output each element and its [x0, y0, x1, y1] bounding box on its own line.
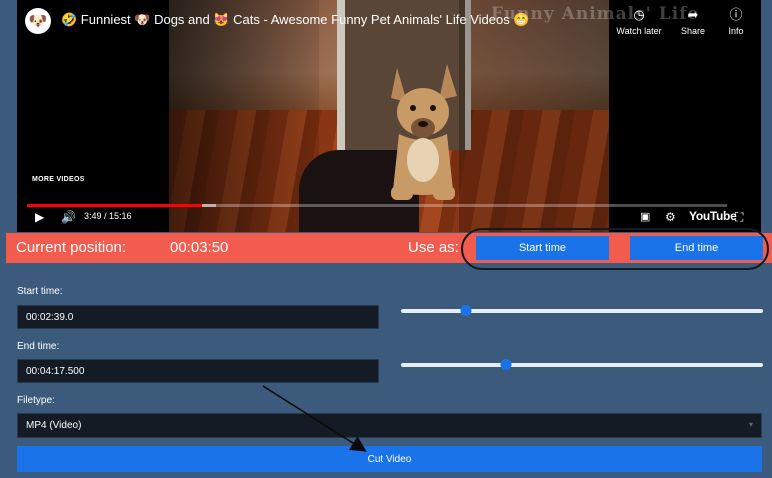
start-time-slider[interactable] — [401, 305, 763, 316]
time-display: 3:49 / 15:16 — [84, 211, 132, 221]
use-as-label: Use as: — [408, 239, 459, 256]
settings-gear-icon[interactable]: ⚙ — [665, 210, 676, 224]
shadow — [169, 0, 319, 232]
info-button[interactable]: ⓘ Info — [710, 7, 761, 36]
annotation-circle — [461, 228, 769, 270]
end-time-slider-thumb[interactable] — [500, 359, 512, 370]
play-icon[interactable]: ▶ — [35, 210, 44, 224]
end-time-label: End time: — [17, 341, 60, 352]
clock-icon: ◷ — [633, 7, 645, 22]
progress-played — [27, 204, 202, 207]
chevron-down-icon: ▾ — [748, 420, 753, 429]
video-frame — [169, 0, 609, 232]
subtitles-icon[interactable]: ▣ — [640, 210, 650, 224]
start-time-label: Start time: — [17, 286, 63, 297]
video-overlay — [459, 0, 609, 232]
watch-later-label: Watch later — [616, 26, 662, 36]
dog-avatar-icon: 🐶 — [28, 13, 48, 30]
filetype-select[interactable]: MP4 (Video) ▾ — [17, 413, 762, 438]
current-position-label: Current position: — [16, 239, 127, 256]
info-label: Info — [728, 26, 744, 36]
youtube-logo[interactable]: YouTube — [689, 209, 737, 223]
progress-bar[interactable] — [27, 204, 727, 207]
video-title[interactable]: 🤣 Funniest 🐶 Dogs and 😻 Cats - Awesome F… — [61, 12, 530, 28]
info-icon: ⓘ — [729, 7, 743, 22]
filetype-label: Filetype: — [17, 395, 55, 406]
end-time-input[interactable]: 00:04:17.500 — [17, 359, 379, 383]
video-player[interactable]: 🐶 🤣 Funniest 🐶 Dogs and 😻 Cats - Awesome… — [17, 0, 761, 232]
filetype-selected-value: MP4 (Video) — [26, 420, 82, 431]
cut-video-button[interactable]: Cut Video — [17, 446, 762, 472]
fullscreen-icon[interactable]: ⛶ — [735, 210, 743, 224]
share-label: Share — [680, 26, 706, 36]
current-position-value: 00:03:50 — [170, 239, 229, 256]
start-time-slider-thumb[interactable] — [460, 305, 472, 316]
volume-icon[interactable]: 🔊 — [61, 210, 76, 224]
watch-later-button[interactable]: ◷ Watch later — [613, 7, 665, 36]
channel-avatar[interactable]: 🐶 — [25, 8, 51, 34]
end-time-slider[interactable] — [401, 359, 763, 370]
more-videos-link[interactable]: MORE VIDEOS — [32, 176, 85, 183]
start-time-input[interactable]: 00:02:39.0 — [17, 305, 379, 329]
